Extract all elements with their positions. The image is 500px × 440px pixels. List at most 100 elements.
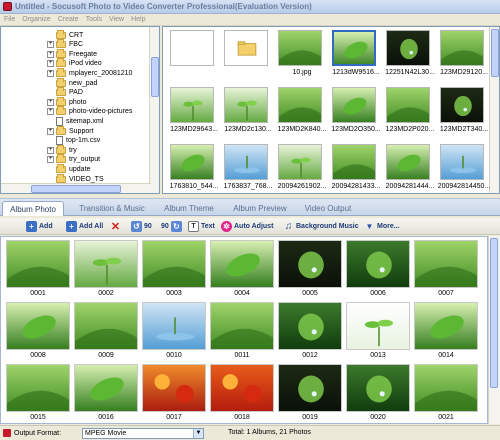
expand-toggle-icon[interactable]: + xyxy=(47,50,54,58)
tree-item[interactable]: new_pad xyxy=(47,77,97,88)
file-thumbnail-pane[interactable]: 10.jpg 1213dW9516... 12251N42L30... 123MD29… xyxy=(162,26,500,194)
album-photo-item[interactable]: 0020 xyxy=(346,364,410,423)
file-thumbnail-item[interactable]: 200942814450... xyxy=(435,141,491,193)
file-thumbnail-item[interactable] xyxy=(165,27,221,82)
album-photo-item[interactable]: 0019 xyxy=(278,364,342,423)
album-photo-item[interactable]: 0007 xyxy=(414,240,478,300)
tree-item[interactable]: + photo xyxy=(47,96,87,107)
file-thumbnail-item[interactable]: 1763837_768... xyxy=(219,141,275,193)
chevron-down-icon[interactable]: ▼ xyxy=(193,429,203,438)
file-thumbnail-item[interactable]: 20094281433... xyxy=(327,141,383,193)
album-photo-item[interactable]: 0015 xyxy=(6,364,70,423)
tab-album-preview[interactable]: Album Preview xyxy=(230,201,290,216)
album-scroll-thumb[interactable] xyxy=(490,238,498,388)
menu-tools[interactable]: Tools xyxy=(86,16,102,23)
file-thumbnail-item[interactable]: 1213dW9516... xyxy=(327,27,383,82)
folder-icon xyxy=(56,154,66,164)
expand-toggle-icon[interactable]: + xyxy=(47,146,54,154)
expand-toggle-icon[interactable]: + xyxy=(47,69,54,77)
tree-item[interactable]: CRT xyxy=(47,29,83,40)
tree-item[interactable]: top-1m.csv xyxy=(47,136,100,146)
file-thumbnail-item[interactable]: 123MD2O350... xyxy=(327,84,383,139)
tab-album-photo[interactable]: Album Photo xyxy=(2,201,64,216)
tree-item[interactable]: PAD xyxy=(47,87,83,98)
file-thumbnail-item[interactable]: 20094281444... xyxy=(381,141,437,193)
text-button[interactable]: T Text xyxy=(188,220,215,233)
album-photo-item[interactable]: 0012 xyxy=(278,302,342,362)
rotate-left-button[interactable]: ↺ 90 xyxy=(131,220,152,233)
file-thumbnail-item[interactable]: 123MD29120... xyxy=(435,27,491,82)
tab-video-output[interactable]: Video Output xyxy=(300,201,356,216)
album-photo-item[interactable]: 0009 xyxy=(74,302,138,362)
album-photo-item[interactable]: 0013 xyxy=(346,302,410,362)
expand-toggle-icon[interactable]: + xyxy=(47,156,54,164)
file-thumbnail-item[interactable]: 10.jpg xyxy=(273,27,329,82)
file-caption: 10.jpg xyxy=(292,69,312,76)
album-photo-item[interactable]: 0001 xyxy=(6,240,70,300)
tree-item[interactable]: + Support xyxy=(47,125,94,136)
expand-toggle-icon[interactable]: + xyxy=(47,60,54,68)
more-button[interactable]: ▼ More... xyxy=(364,220,400,233)
album-photo-item[interactable]: 0002 xyxy=(74,240,138,300)
file-thumbnail-item[interactable]: 20094261902... xyxy=(273,141,329,193)
album-photo-item[interactable]: 0016 xyxy=(74,364,138,423)
album-photo-item[interactable]: 0018 xyxy=(210,364,274,423)
tree-item[interactable]: + FBC xyxy=(47,39,83,50)
album-photo-item[interactable]: 0010 xyxy=(142,302,206,362)
tree-item[interactable]: + iPod video xyxy=(47,58,102,69)
tree-item-label: mplayerc_20081210 xyxy=(69,69,133,77)
album-photo-grid[interactable]: 0001 0002 0003 0004 0005 0006 0007 0008 0009 0010… xyxy=(0,236,488,424)
add-all-button[interactable]: + Add All xyxy=(66,220,103,233)
menu-help[interactable]: Help xyxy=(131,16,145,23)
background-music-button[interactable]: ♫ Background Music xyxy=(283,220,359,233)
tree-vertical-scrollbar[interactable] xyxy=(149,27,159,193)
tree-horizontal-scrollbar[interactable] xyxy=(1,183,151,193)
menu-view[interactable]: View xyxy=(109,16,124,23)
file-thumbnail-item[interactable]: 123MD2K840... xyxy=(273,84,329,139)
album-photo-item[interactable]: 0005 xyxy=(278,240,342,300)
photo-number: 0021 xyxy=(438,414,454,421)
expand-toggle-icon[interactable]: + xyxy=(47,127,54,135)
tree-scroll-thumb[interactable] xyxy=(151,57,159,97)
menu-file[interactable]: File xyxy=(4,16,15,23)
album-photo-item[interactable]: 0011 xyxy=(210,302,274,362)
file-thumbnail-item[interactable]: 123MD2T340... xyxy=(435,84,491,139)
tree-item[interactable]: + Freegate xyxy=(47,48,97,59)
album-vertical-scrollbar[interactable] xyxy=(488,236,500,424)
delete-button[interactable]: ✕ xyxy=(110,220,123,233)
tree-hscroll-thumb[interactable] xyxy=(31,185,121,193)
tree-item[interactable]: sitemap.xml xyxy=(47,116,103,126)
album-photo-item[interactable]: 0021 xyxy=(414,364,478,423)
album-photo-item[interactable]: 0006 xyxy=(346,240,410,300)
tab-transition-music[interactable]: Transition & Music xyxy=(76,201,148,216)
output-format-select[interactable]: MPEG Movie ▼ xyxy=(82,428,204,439)
file-thumbnail-item[interactable]: 1763810_544... xyxy=(165,141,221,193)
album-photo-item[interactable]: 0008 xyxy=(6,302,70,362)
album-photo-item[interactable]: 0004 xyxy=(210,240,274,300)
album-photo-item[interactable]: 0017 xyxy=(142,364,206,423)
tree-item[interactable]: update xyxy=(47,163,90,174)
tab-album-theme[interactable]: Album Theme xyxy=(160,201,218,216)
thumbnail-image xyxy=(440,87,484,123)
menu-organize[interactable]: Organize xyxy=(22,16,50,23)
expand-toggle-icon[interactable]: + xyxy=(47,41,54,49)
tree-item[interactable]: + try_output xyxy=(47,154,100,165)
add-button[interactable]: + Add xyxy=(26,220,53,233)
tree-item[interactable]: + photo-video-pictures xyxy=(47,106,132,117)
file-thumbnail-item[interactable]: 123MD29643... xyxy=(165,84,221,139)
photo-thumbnail xyxy=(278,302,342,350)
auto-adjust-button[interactable]: ✲ Auto Adjust xyxy=(221,220,273,233)
folder-tree[interactable]: CRT + FBC + Freegate + iPod video + mplayerc_200… xyxy=(0,26,160,194)
file-thumbnail-item[interactable]: 123MD2P020... xyxy=(381,84,437,139)
expand-toggle-icon[interactable]: + xyxy=(47,108,54,116)
file-thumbnail-item[interactable]: 123MD2c130... xyxy=(219,84,275,139)
file-thumbnail-item[interactable] xyxy=(219,27,275,82)
album-photo-item[interactable]: 0014 xyxy=(414,302,478,362)
expand-toggle-icon[interactable]: + xyxy=(47,98,54,106)
menu-create[interactable]: Create xyxy=(58,16,79,23)
album-photo-item[interactable]: 0003 xyxy=(142,240,206,300)
rotate-right-button[interactable]: 90 ↻ xyxy=(161,220,184,233)
file-caption: 20094281433... xyxy=(331,183,381,190)
photo-number: 0005 xyxy=(302,290,318,297)
file-thumbnail-item[interactable]: 12251N42L30... xyxy=(381,27,437,82)
